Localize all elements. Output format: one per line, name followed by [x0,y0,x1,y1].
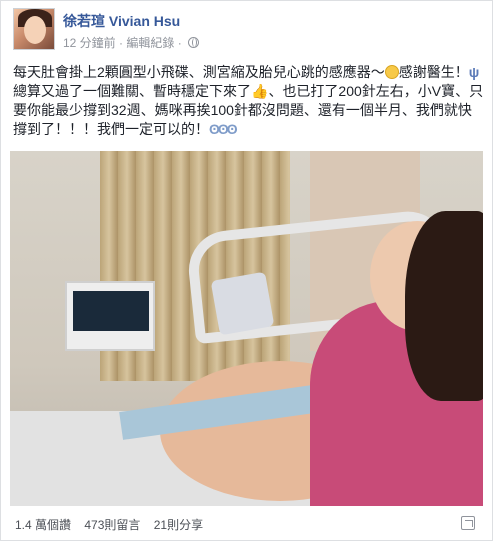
post-photo[interactable] [10,151,483,506]
photo-hair [405,211,483,401]
photo-monitor [65,281,155,351]
avatar-face [24,16,46,44]
post-text: 每天肚會掛上2顆圓型小飛碟、測宮縮及胎兒心跳的感應器～ 感謝醫生！ψ 總算又過了一個… [13,63,485,139]
author-name[interactable]: 徐若瑄 Vivian Hsu [63,11,180,31]
post-time[interactable]: 12 分鐘前 [63,36,116,50]
shares-count[interactable]: 21則分享 [154,518,203,532]
post-header: 徐若瑄 Vivian Hsu 12 分鐘前 · 編輯紀錄 · [11,7,481,55]
post-card: 徐若瑄 Vivian Hsu 12 分鐘前 · 編輯紀錄 · 每天肚會掛上2顆圓… [0,0,493,541]
likes-count[interactable]: 1.4 萬個讚 [15,518,71,532]
post-text-part-1: 每天肚會掛上2顆圓型小飛碟、測宮縮及胎兒心跳的感應器～ [13,64,385,80]
avatar[interactable] [13,8,55,50]
post-text-part-2: 感謝醫生！ [398,64,469,80]
share-icon[interactable] [461,516,475,530]
post-footer: 1.4 萬個讚 473則留言 21則分享 [15,516,481,536]
globe-icon[interactable] [188,37,200,48]
smile-emoji-icon [384,65,399,79]
meta-separator: · [119,36,124,50]
edit-history-link[interactable]: 編輯紀錄 [126,36,174,50]
comments-count[interactable]: 473則留言 [84,518,140,532]
meta-separator-2: · [177,36,182,50]
photo-bed-remote [210,271,275,336]
post-meta: 12 分鐘前 · 編輯紀錄 · [63,34,200,51]
hands-icon: ʘʘʘ [209,121,238,137]
photo-monitor-screen [73,291,149,331]
thumbs-up-icon: 👍 [251,83,269,99]
fork-knife-icon: ψ [468,64,480,80]
post-text-part-3: 總算又過了一個難關、暫時穩定下來了 [13,83,251,99]
